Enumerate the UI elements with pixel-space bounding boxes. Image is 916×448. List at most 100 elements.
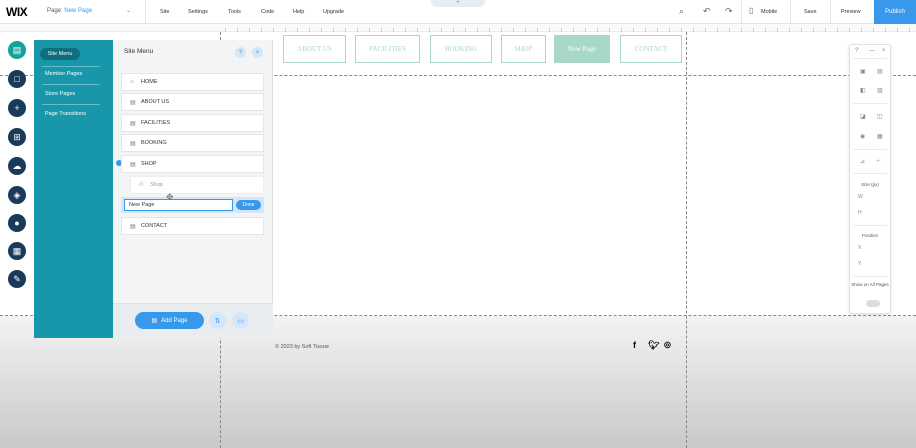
divider [853, 58, 887, 59]
add-folder-icon[interactable]: ▭ [232, 312, 249, 329]
subpage-row-shop[interactable]: ⍐ Shop [130, 176, 264, 194]
help-button[interactable]: ? [235, 47, 246, 58]
chevron-down-icon[interactable]: ⌄ [126, 7, 131, 14]
inspector-panel [849, 44, 891, 314]
add-page-button[interactable]: ▤ Add Page [135, 312, 204, 329]
divider [42, 84, 100, 85]
menu-code[interactable]: Code [261, 9, 274, 15]
move-cursor-icon: ✥ [166, 192, 174, 202]
blog-pen-icon[interactable]: ✎ [8, 270, 26, 288]
page-row-contact[interactable]: ▤ CONTACT [121, 217, 264, 235]
layers-icon[interactable]: ▣ [860, 68, 866, 75]
page-row-shop[interactable]: ▤ SHOP [121, 155, 264, 173]
distribute-icon[interactable]: ◉ [860, 133, 865, 140]
ruler [0, 24, 916, 32]
panel-title: Site Menu [124, 48, 154, 55]
nav-about-us[interactable]: ABOUT US [283, 35, 346, 63]
publish-button[interactable]: Publish [874, 0, 916, 24]
nav-facilities[interactable]: FACILITIES [355, 35, 420, 63]
tab-member-pages[interactable]: Member Pages [45, 71, 82, 77]
media-upload-icon[interactable]: ☁ [8, 157, 26, 175]
current-page-name: New Page [64, 8, 93, 14]
menu-settings[interactable]: Settings [188, 9, 208, 15]
divider [853, 225, 887, 226]
add-section-tab[interactable]: + [431, 0, 485, 7]
bookings-icon[interactable]: ▦ [8, 242, 26, 260]
background-icon[interactable]: □ [8, 70, 26, 88]
divider [853, 103, 887, 104]
redo-icon[interactable]: ↷ [725, 6, 733, 17]
copy-icon[interactable]: ▤ [877, 68, 883, 75]
divider [830, 0, 831, 24]
show-all-toggle[interactable] [866, 300, 880, 307]
divider [145, 0, 146, 24]
menu-help[interactable]: Help [293, 9, 304, 15]
divider [42, 66, 100, 67]
page-selector[interactable]: Page: New Page [47, 8, 92, 14]
show-all-pages-label: Show on All Pages [851, 282, 889, 287]
add-link-icon[interactable]: ⇅ [209, 312, 226, 329]
tab-site-menu[interactable]: Site Menu [40, 48, 80, 60]
facebook-icon[interactable]: f [633, 340, 636, 350]
align-icon[interactable]: ◫ [877, 113, 883, 120]
flip-icon[interactable]: ⌐ [877, 158, 881, 164]
x-label: X [858, 245, 862, 251]
add-elements-icon[interactable]: + [8, 99, 26, 117]
done-button[interactable]: Done [236, 200, 261, 210]
mobile-button[interactable]: Mobile [761, 9, 777, 15]
footer-copyright[interactable]: © 2023 by Soft Tissue [275, 344, 329, 350]
divider [853, 276, 887, 277]
page-row-booking[interactable]: ▤ BOOKING [121, 134, 264, 152]
save-button[interactable]: Save [804, 9, 817, 15]
menu-site[interactable]: Site [160, 9, 169, 15]
position-label: Position [861, 233, 878, 238]
tab-store-pages[interactable]: Store Pages [45, 91, 75, 97]
nav-booking[interactable]: BOOKING [430, 35, 492, 63]
store-bag-icon[interactable]: ◈ [8, 186, 26, 204]
page-row-home[interactable]: ⌂ HOME [121, 73, 264, 91]
menu-tools[interactable]: Tools [228, 9, 241, 15]
page-row-about-us[interactable]: ▤ ABOUT US [121, 93, 264, 111]
page-icon: ▤ [130, 223, 136, 230]
page-icon: ▤ [130, 140, 136, 147]
divider [42, 104, 100, 105]
delete-icon[interactable]: ▥ [877, 87, 883, 94]
rotate-icon[interactable]: ⊿ [860, 158, 865, 165]
duplicate-icon[interactable]: ◧ [860, 87, 866, 94]
chat-icon[interactable]: ● [8, 214, 26, 232]
nav-contact[interactable]: CONTACT [620, 35, 682, 63]
match-size-icon[interactable]: ▦ [877, 133, 883, 140]
page-name-input[interactable]: New Page [124, 199, 233, 211]
page-icon: ▤ [130, 120, 136, 127]
bag-icon: ⍐ [139, 181, 143, 188]
width-label: W [858, 194, 863, 200]
divider [853, 149, 887, 150]
close-button[interactable]: × [252, 47, 263, 58]
height-label: H [858, 210, 862, 216]
preview-button[interactable]: Preview [841, 9, 861, 15]
zoom-icon[interactable]: ⌕ [679, 6, 684, 17]
mobile-icon[interactable]: ▯ [749, 6, 753, 15]
close-icon[interactable]: × [882, 48, 886, 54]
twitter-icon[interactable]: 🐦︎ [648, 340, 659, 351]
divider [790, 0, 791, 24]
page-icon: ▤ [130, 161, 136, 168]
page-row-facilities[interactable]: ▤ FACILITIES [121, 114, 264, 132]
wix-logo: WIX [6, 4, 28, 19]
menu-upgrade[interactable]: Upgrade [323, 9, 344, 15]
home-icon: ⌂ [130, 79, 134, 85]
arrange-icon[interactable]: ◪ [860, 113, 866, 120]
app-market-icon[interactable]: ⊞ [8, 128, 26, 146]
grid-guide-right [686, 32, 687, 448]
minimize-icon[interactable]: — [869, 48, 875, 54]
pages-menu-icon[interactable]: ▤ [8, 41, 26, 59]
divider [741, 0, 742, 24]
nav-new-page[interactable]: New Page [554, 35, 610, 63]
nav-shop[interactable]: SHOP [501, 35, 546, 63]
help-icon[interactable]: ? [855, 48, 858, 54]
undo-icon[interactable]: ↶ [703, 6, 711, 17]
size-label: Size (px) [861, 182, 879, 187]
instagram-icon[interactable]: ◎ [664, 340, 671, 349]
y-label: Y [858, 261, 862, 267]
tab-page-transitions[interactable]: Page Transitions [45, 111, 86, 117]
